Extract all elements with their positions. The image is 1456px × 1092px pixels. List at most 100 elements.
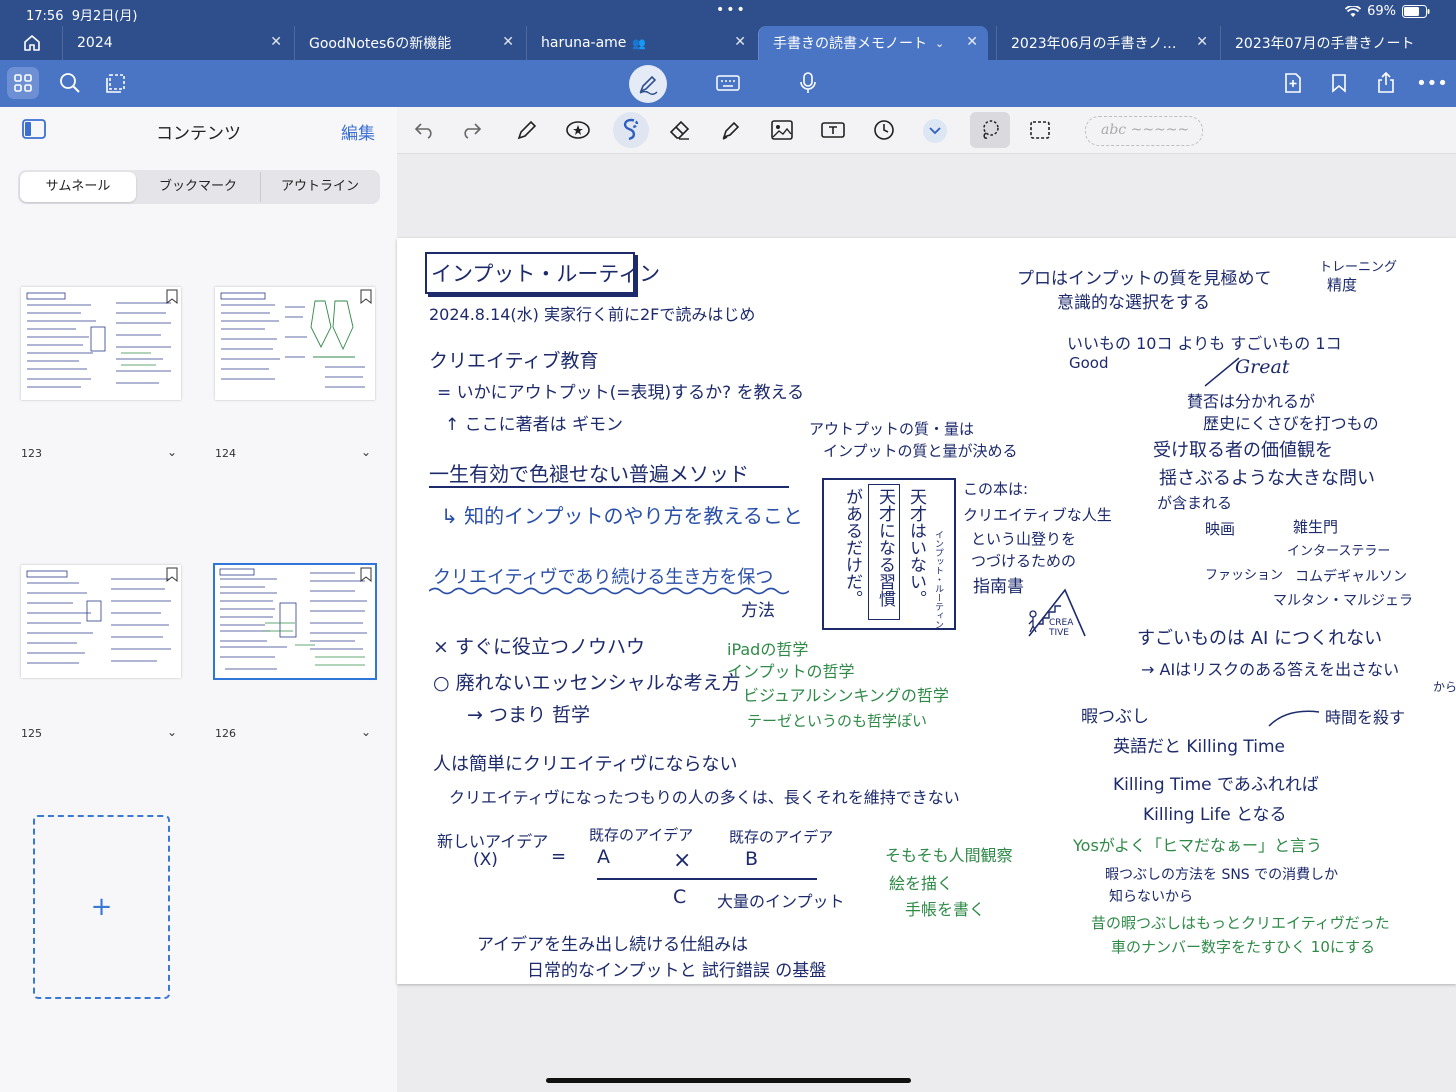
- tools-chevron-down-icon[interactable]: [923, 119, 947, 143]
- grid-view-icon[interactable]: [7, 67, 39, 99]
- tab-2024[interactable]: 2024 ✕: [62, 26, 292, 60]
- edit-button[interactable]: 編集: [341, 119, 375, 144]
- close-icon[interactable]: ✕: [270, 34, 282, 50]
- note-line: つづけるための: [971, 552, 1077, 570]
- note-line: 歴史にくさびを打つもの: [1203, 414, 1379, 433]
- book-cover-drawing: 天才はいない。 天才になる習慣 があるだけだ。 インプット・ルーティン: [822, 478, 956, 630]
- formula-text: ×: [673, 848, 692, 873]
- add-page-icon[interactable]: [1277, 67, 1309, 99]
- tab-reading-memo-active[interactable]: 手書きの読書メモノート ⌄ ✕: [758, 26, 988, 60]
- search-icon[interactable]: [54, 67, 86, 99]
- multitask-dots-icon[interactable]: •••: [716, 2, 747, 18]
- note-green-line: そもそも人間観察: [885, 846, 1013, 865]
- note-green-line: Yosがよく「ヒマだなぁー」と言う: [1073, 836, 1322, 855]
- chevron-down-icon[interactable]: ⌄: [935, 37, 944, 50]
- chevron-down-icon[interactable]: ⌄: [361, 725, 371, 739]
- page-thumbnail-126-selected[interactable]: [213, 563, 377, 680]
- note-line: クリエイティヴになったつもりの人の多くは、長くそれを維持できない: [449, 788, 960, 807]
- lasso-highlight-tool-icon[interactable]: [613, 112, 649, 148]
- lasso-tool-icon[interactable]: [970, 112, 1010, 148]
- page-overview-icon[interactable]: [101, 67, 133, 99]
- note-line: 受け取る者の価値観を: [1153, 440, 1333, 461]
- bookmark-icon[interactable]: [1323, 67, 1355, 99]
- note-line: クリエイティブな人生: [963, 506, 1112, 524]
- chevron-down-icon[interactable]: ⌄: [361, 445, 371, 459]
- pen-tool-icon[interactable]: [511, 114, 543, 146]
- note-line: アウトプットの質・量は: [809, 420, 975, 438]
- handwriting-mode-icon[interactable]: [629, 65, 667, 103]
- share-icon[interactable]: [1370, 67, 1402, 99]
- keyboard-icon[interactable]: [712, 67, 744, 99]
- note-canvas[interactable]: インプット・ルーティン 2024.8.14(水) 実家行く前に2Fで読みはじめ …: [397, 154, 1456, 1092]
- wavy-underline: [429, 587, 789, 595]
- close-icon[interactable]: ✕: [502, 34, 514, 50]
- chevron-down-icon[interactable]: ⌄: [167, 725, 177, 739]
- note-date: 2024.8.14(水) 実家行く前に2Fで読みはじめ: [429, 305, 756, 324]
- formula-text: 大量のインプット: [717, 892, 845, 911]
- note-line: 一生有効で色褪せない普遍メソッド: [429, 462, 749, 486]
- page-number: 124: [215, 447, 236, 460]
- page-thumbnail-123[interactable]: [21, 287, 181, 400]
- note-line: = いかにアウトプット(=表現)するか? を教える: [437, 383, 805, 403]
- note-line: トレーニング: [1319, 260, 1398, 275]
- segment-thumbnails[interactable]: サムネール: [20, 172, 136, 202]
- microphone-icon[interactable]: [792, 67, 824, 99]
- note-page[interactable]: インプット・ルーティン 2024.8.14(水) 実家行く前に2Fで読みはじめ …: [397, 238, 1456, 984]
- close-icon[interactable]: ✕: [734, 34, 746, 50]
- image-icon[interactable]: [766, 114, 798, 146]
- fraction-line: [597, 878, 817, 880]
- book-text: 天才はいない。: [906, 488, 926, 607]
- note-line: ↑ ここに著者は ギモン: [445, 415, 624, 435]
- status-right: 69%: [1345, 4, 1430, 19]
- clock-icon[interactable]: [868, 114, 900, 146]
- text-conversion-placeholder[interactable]: abc ~~~~~: [1085, 116, 1203, 146]
- note-line: プロはインプットの質を見極めて: [1017, 269, 1272, 289]
- formula-text: 既存のアイデア: [729, 828, 834, 846]
- close-icon[interactable]: ✕: [966, 34, 978, 50]
- page-thumbnail-125[interactable]: [21, 565, 181, 678]
- note-line: クリエイティブ教育: [429, 350, 599, 372]
- note-green-line: 車のナンバー数字をたすひく 10にする: [1111, 938, 1376, 956]
- close-icon[interactable]: ✕: [1196, 34, 1208, 50]
- add-page-button[interactable]: +: [33, 815, 170, 999]
- tab-goodnotes6[interactable]: GoodNotes6の新機能 ✕: [294, 26, 524, 60]
- segment-bookmarks[interactable]: ブックマーク: [140, 172, 256, 202]
- more-icon[interactable]: •••: [1416, 67, 1448, 99]
- eraser-icon[interactable]: [664, 114, 696, 146]
- selection-rectangle-icon[interactable]: [1024, 114, 1056, 146]
- note-line: Good: [1069, 354, 1109, 372]
- note-line: ↳ 知的インプットのやり方を教えること: [441, 504, 803, 528]
- undo-icon[interactable]: [409, 114, 441, 146]
- tab-haruna-ame[interactable]: haruna-ame 👥 ✕: [526, 26, 756, 60]
- home-icon[interactable]: [22, 33, 42, 57]
- formula-text: C: [673, 886, 687, 908]
- note-line: 揺さぶるような大きな問い: [1159, 468, 1375, 489]
- note-line: 賛否は分かれるが: [1187, 392, 1316, 411]
- note-line: 指南書: [973, 577, 1024, 597]
- note-green-line: ビジュアルシンキングの哲学: [743, 686, 949, 705]
- note-line: 人は簡単にクリエイティヴにならない: [433, 754, 738, 775]
- note-line: 映画: [1205, 520, 1236, 538]
- text-box-icon[interactable]: [817, 114, 849, 146]
- tab-2023-07[interactable]: 2023年07月の手書きノート: [1220, 26, 1456, 60]
- pen-toolbar: abc ~~~~~: [397, 107, 1456, 154]
- page-number: 123: [21, 447, 42, 460]
- page-thumbnail-124[interactable]: [215, 287, 375, 400]
- note-line: 英語だと Killing Time: [1113, 737, 1286, 757]
- highlighter-icon[interactable]: [715, 114, 747, 146]
- note-line: この本は:: [963, 480, 1029, 498]
- redo-icon[interactable]: [455, 114, 487, 146]
- book-text: インプット・ルーティン: [933, 530, 943, 629]
- sticker-icon[interactable]: [562, 114, 594, 146]
- segment-outline[interactable]: アウトライン: [260, 172, 379, 202]
- tab-2023-06[interactable]: 2023年06月の手書きノ… ✕: [996, 26, 1218, 60]
- sidebar-segmented-control: サムネール ブックマーク アウトライン: [18, 170, 380, 204]
- note-line: アイデアを生み出し続ける仕組みは: [477, 935, 749, 955]
- home-indicator[interactable]: [546, 1078, 911, 1083]
- creative-label: CREA TIVE: [1049, 618, 1074, 638]
- note-green-line: 手帳を書く: [905, 900, 986, 919]
- note-line: 方法: [741, 601, 775, 621]
- note-line: コムデギャルソン: [1295, 569, 1407, 585]
- chevron-down-icon[interactable]: ⌄: [167, 445, 177, 459]
- contents-sidebar: コンテンツ 編集 サムネール ブックマーク アウトライン 123 ⌄ 124 ⌄…: [0, 107, 398, 1092]
